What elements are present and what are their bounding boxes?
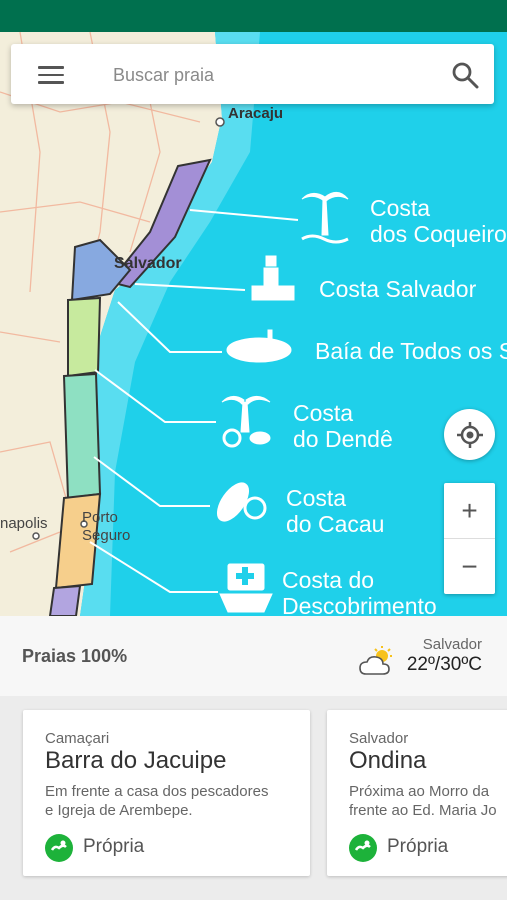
description-line: frente ao Ed. Maria Jo xyxy=(349,802,497,819)
beach-city: Salvador xyxy=(349,730,409,747)
search-input[interactable] xyxy=(111,56,435,94)
arena-icon xyxy=(226,329,292,363)
description-line: e Igreja de Arembepe. xyxy=(45,802,193,819)
coast-label-cacau[interactable]: Costa do Cacau xyxy=(286,485,384,537)
city-label-salvador: Salvador xyxy=(114,255,182,272)
description-line: Em frente a casa dos pescadores xyxy=(45,783,269,800)
zoom-in-button[interactable]: + xyxy=(444,483,495,539)
beach-name: Ondina xyxy=(349,747,427,774)
map-canvas: Aracaju Salvador Porto Seguro napolis xyxy=(0,32,349,616)
status-bar xyxy=(0,0,507,32)
info-bar: Praias 100% Salvador 22º/30ºC xyxy=(0,616,507,696)
dende-palm-icon xyxy=(221,396,271,448)
beach-status: Própria xyxy=(387,836,449,857)
coast-label-descobrimento[interactable]: Costa do Descobrimento xyxy=(282,567,437,616)
zoom-out-button[interactable]: − xyxy=(444,539,495,594)
coast-label-dende[interactable]: Costa do Dendê xyxy=(293,400,393,452)
coast-label-line: Costa xyxy=(370,195,431,221)
beach-city: Camaçari xyxy=(45,730,110,747)
palm-tree-icon xyxy=(301,192,349,244)
beach-cards-carousel[interactable]: Camaçari Barra do Jacuipe Em frente a ca… xyxy=(0,696,507,900)
coast-label-line: Costa xyxy=(286,485,347,511)
cacao-icon xyxy=(216,482,267,522)
coast-label-line: Costa do xyxy=(282,567,375,593)
search-bar xyxy=(11,44,494,104)
menu-icon[interactable] xyxy=(38,66,64,84)
city-label-napolis: napolis xyxy=(0,515,48,532)
partly-cloudy-icon xyxy=(359,646,392,675)
city-label-seguro: Seguro xyxy=(82,527,130,544)
beach-description: Em frente a casa dos pescadores e Igreja… xyxy=(45,782,315,820)
coast-label-line: do Dendê xyxy=(293,426,393,452)
crosshair-icon xyxy=(456,421,483,448)
city-label-aracaju: Aracaju xyxy=(228,105,283,122)
beach-status: Própria xyxy=(83,836,145,857)
swimming-status-icon xyxy=(349,834,377,862)
zoom-controls: + − xyxy=(444,483,495,594)
coast-label-line: do Cacau xyxy=(286,511,385,537)
my-location-button[interactable] xyxy=(444,409,495,460)
city-label-porto: Porto xyxy=(82,509,118,526)
map-view[interactable]: Aracaju Salvador Porto Seguro napolis Co… xyxy=(0,32,507,616)
coast-label-line: Descobrimento xyxy=(282,593,437,616)
weather-city: Salvador xyxy=(422,636,482,653)
praias-percentage: Praias 100% xyxy=(22,646,128,666)
beach-description: Próxima ao Morro da frente ao Ed. Maria … xyxy=(349,782,507,820)
search-icon[interactable] xyxy=(451,61,479,89)
beach-card[interactable]: Camaçari Barra do Jacuipe Em frente a ca… xyxy=(23,710,310,876)
coast-label-line: Costa Salvador xyxy=(319,276,477,302)
coast-label-salvador[interactable]: Costa Salvador xyxy=(319,276,476,302)
coast-label-coqueiros[interactable]: Costa dos Coqueiros xyxy=(370,195,507,247)
weather-temperature: 22º/30ºC xyxy=(406,654,482,675)
beach-card[interactable]: Salvador Ondina Próxima ao Morro da fren… xyxy=(327,710,507,876)
beach-name: Barra do Jacuipe xyxy=(45,747,227,774)
coast-label-line: dos Coqueiros xyxy=(370,221,507,247)
description-line: Próxima ao Morro da xyxy=(349,783,490,800)
coast-label-line: Costa xyxy=(293,400,354,426)
coast-label-line: Baía de Todos os Santos xyxy=(315,338,507,364)
swimming-status-icon xyxy=(45,834,73,862)
coast-label-baia[interactable]: Baía de Todos os Santos xyxy=(315,338,507,364)
lighthouse-icon xyxy=(251,255,295,301)
